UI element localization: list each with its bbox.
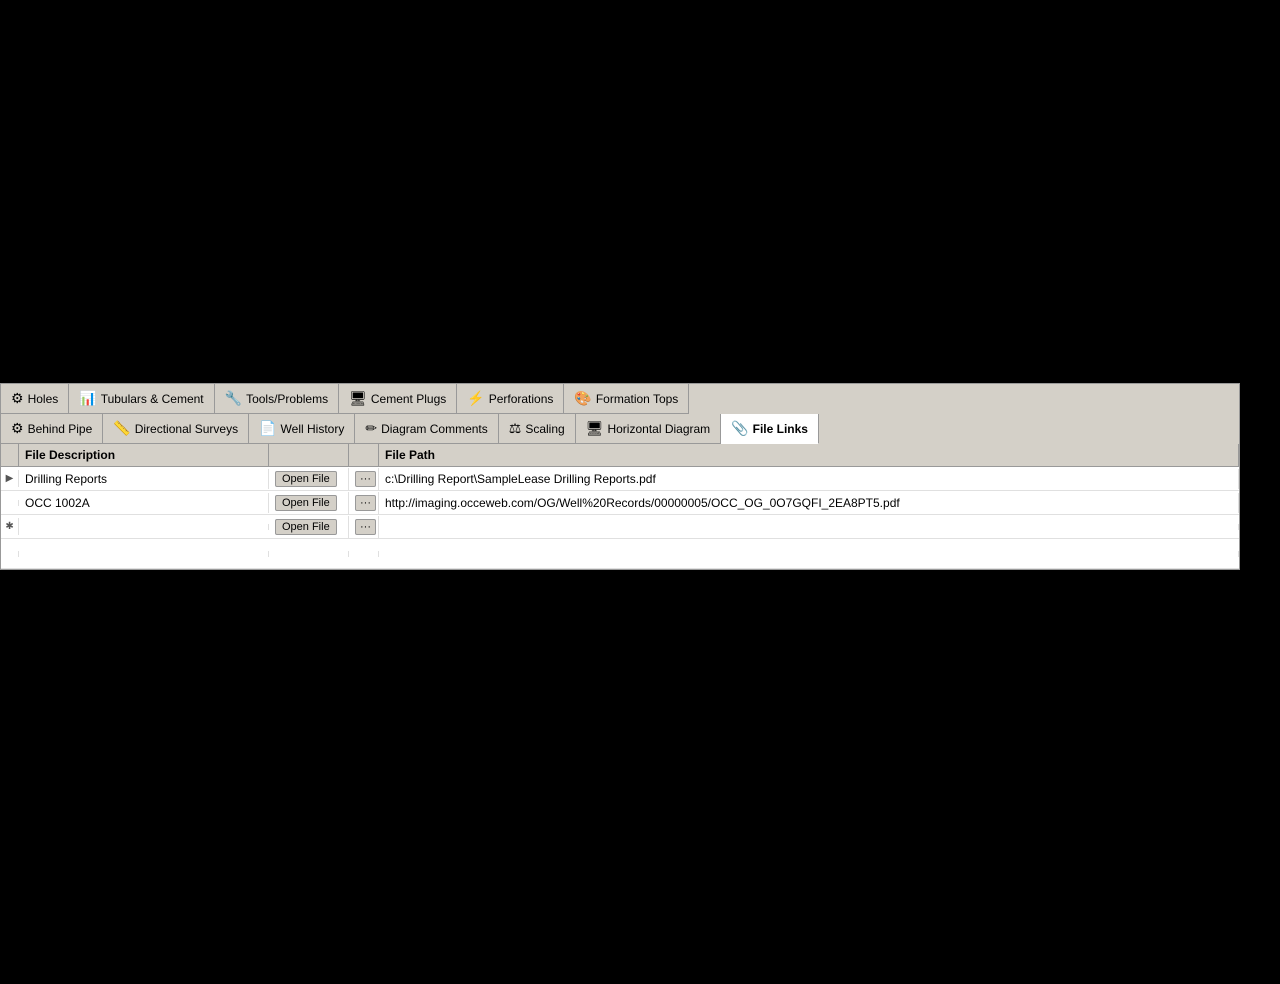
empty-indicator [1,551,19,557]
tab-holes[interactable]: ⚙ Holes [1,384,69,414]
tab-behind-pipe-label: Behind Pipe [28,422,93,436]
content-area: File Description File Path ▶ Drilling Re… [0,444,1240,570]
tab-horizontal-diagram-label: Horizontal Diagram [607,422,710,436]
open-file-cell-1: Open File [269,468,349,490]
tab-cement-plugs[interactable]: 🖥 Cement Plugs [339,384,457,414]
tab-scaling-label: Scaling [525,422,564,436]
table-row: OCC 1002A Open File ··· http://imaging.o… [1,491,1239,515]
open-file-button-2[interactable]: Open File [275,495,337,511]
table-row: ▶ Drilling Reports Open File ··· c:\Dril… [1,467,1239,491]
ellipsis-cell-1: ··· [349,468,379,490]
filepath-cell-3 [379,524,1239,530]
ellipsis-button-2[interactable]: ··· [355,495,376,511]
tab-diagram-comments-label: Diagram Comments [381,422,488,436]
file-links-icon: 📎 [731,420,748,437]
header-ellipsis [349,444,379,466]
main-container: ⚙ Holes 📊 Tubulars & Cement 🔧 Tools/Prob… [0,383,1240,570]
tab-tubulars-cement[interactable]: 📊 Tubulars & Cement [69,384,214,414]
open-file-cell-2: Open File [269,492,349,514]
perforations-icon: ⚡ [467,390,484,407]
tab-row-2: ⚙ Behind Pipe 📏 Directional Surveys 📄 We… [0,414,1240,444]
tubulars-icon: 📊 [79,390,96,407]
tab-file-links[interactable]: 📎 File Links [721,414,819,444]
well-history-icon: 📄 [259,420,276,437]
open-file-button-3[interactable]: Open File [275,519,337,535]
row-description-1[interactable]: Drilling Reports [19,469,269,489]
tab-tubulars-label: Tubulars & Cement [101,392,204,406]
tools-icon: 🔧 [225,390,242,407]
tab-horizontal-diagram[interactable]: 🖥 Horizontal Diagram [576,414,721,444]
diagram-comments-icon: ✏ [365,420,377,437]
tab-perforations-label: Perforations [489,392,554,406]
empty-row [1,539,1239,569]
table-row: ✱ Open File ··· [1,515,1239,539]
empty-ellipsis [349,551,379,557]
scaling-icon: ⚖ [509,420,522,437]
behind-pipe-icon: ⚙ [11,420,24,437]
open-file-button-1[interactable]: Open File [275,471,337,487]
row-indicator-1: ▶ [1,470,19,487]
header-filepath: File Path [379,444,1239,466]
row-description-3[interactable] [19,524,269,530]
header-openfile [269,444,349,466]
grid-header: File Description File Path [1,444,1239,467]
tab-diagram-comments[interactable]: ✏ Diagram Comments [355,414,498,444]
tab-cement-plugs-label: Cement Plugs [371,392,446,406]
ellipsis-cell-2: ··· [349,492,379,514]
tab-behind-pipe[interactable]: ⚙ Behind Pipe [1,414,103,444]
open-file-cell-3: Open File [269,516,349,538]
horizontal-diagram-icon: 🖥 [586,420,604,437]
filepath-cell-2[interactable]: http://imaging.occeweb.com/OG/Well%20Rec… [379,493,1239,513]
tab-well-history-label: Well History [281,422,345,436]
ellipsis-button-3[interactable]: ··· [355,519,376,535]
tab-formation-tops[interactable]: 🎨 Formation Tops [564,384,689,414]
tab-row-1: ⚙ Holes 📊 Tubulars & Cement 🔧 Tools/Prob… [0,383,1240,414]
tab-perforations[interactable]: ⚡ Perforations [457,384,564,414]
formation-tops-icon: 🎨 [574,390,591,407]
row-indicator-2 [1,500,19,506]
ellipsis-cell-3: ··· [349,516,379,538]
ellipsis-button-1[interactable]: ··· [355,471,376,487]
tab-tools-problems[interactable]: 🔧 Tools/Problems [215,384,339,414]
directional-surveys-icon: 📏 [113,420,130,437]
tab-directional-surveys[interactable]: 📏 Directional Surveys [103,414,249,444]
filepath-cell-1[interactable]: c:\Drilling Report\SampleLease Drilling … [379,469,1239,489]
tab-well-history[interactable]: 📄 Well History [249,414,355,444]
header-description: File Description [19,444,269,466]
empty-filepath [379,551,1239,557]
tab-file-links-label: File Links [753,422,808,436]
tab-scaling[interactable]: ⚖ Scaling [499,414,576,444]
row-description-2[interactable]: OCC 1002A [19,493,269,513]
empty-openfile [269,551,349,557]
tab-holes-label: Holes [28,392,59,406]
tab-directional-surveys-label: Directional Surveys [135,422,238,436]
holes-icon: ⚙ [11,390,24,407]
cement-plugs-icon: 🖥 [349,390,367,407]
tab-formation-tops-label: Formation Tops [596,392,678,406]
empty-description [19,551,269,557]
tab-tools-label: Tools/Problems [246,392,328,406]
header-indicator [1,444,19,466]
row-indicator-3: ✱ [1,518,19,535]
